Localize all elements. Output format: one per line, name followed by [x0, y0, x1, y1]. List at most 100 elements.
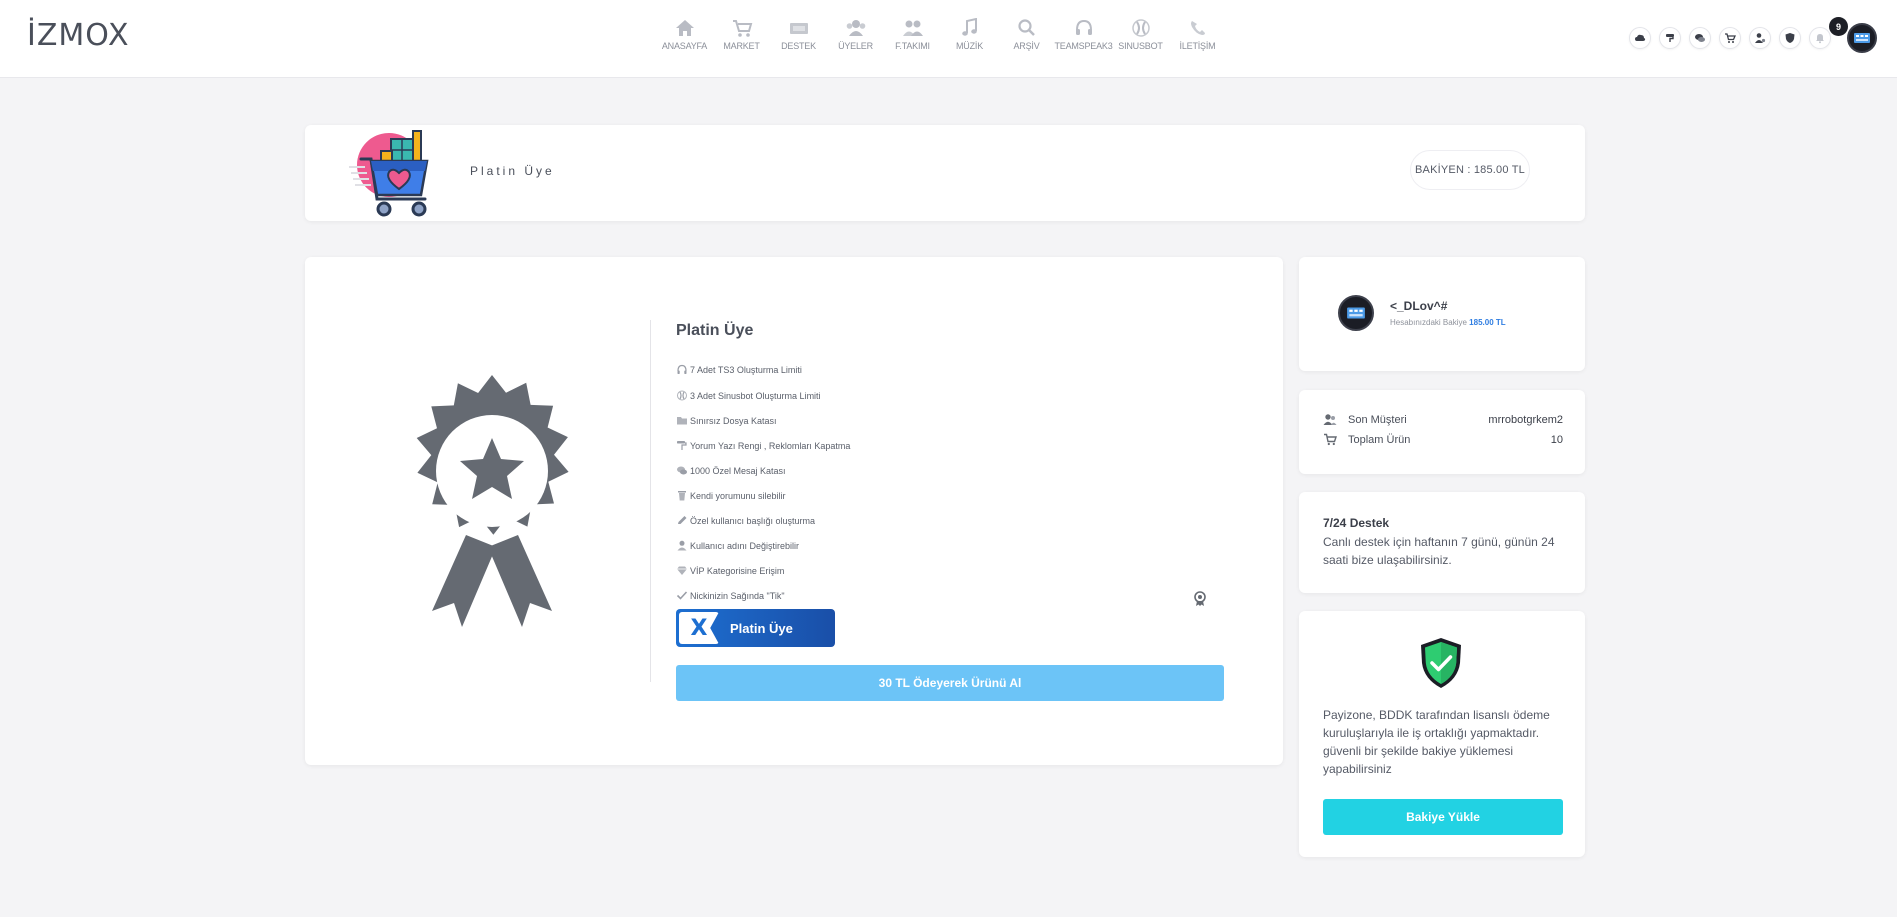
music-icon	[961, 18, 977, 36]
vertical-divider	[650, 320, 651, 682]
nav-item-teamspeak3[interactable]: TEAMSPEAK3	[1054, 18, 1113, 51]
diamond-icon	[677, 566, 687, 575]
profile-avatar[interactable]	[1847, 23, 1877, 53]
feature-item: Kendi yorumunu silebilir	[676, 490, 786, 501]
feature-text: Kullanıcı adını Değiştirebilir	[690, 540, 800, 551]
cloud-button[interactable]	[1629, 27, 1651, 49]
notification-badge: 9	[1829, 17, 1848, 36]
nav-item-market[interactable]: MARKET	[713, 18, 770, 51]
feature-text: Kendi yorumunu silebilir	[690, 490, 786, 501]
nav-label: F.TAKIMI	[895, 41, 930, 51]
platin-member-banner: X Platin Üye	[676, 609, 835, 647]
feature-text: Yorum Yazı Rengi , Reklomları Kapatma	[690, 440, 851, 451]
chat-icon	[677, 466, 687, 475]
shopping-cart-illustration	[349, 130, 429, 217]
payment-info-text: Payizone, BDDK tarafından lisanslı ödeme…	[1323, 708, 1550, 776]
last-customer-value: mrrobotgrkem2	[1488, 413, 1563, 426]
team-icon	[902, 20, 923, 36]
folder-icon	[677, 417, 687, 425]
balance-label: Hesabınızdaki Bakiye	[1390, 318, 1467, 327]
user-settings-button[interactable]	[1749, 27, 1771, 49]
user-avatar[interactable]	[1338, 295, 1374, 331]
nav-item-anasayfa[interactable]: ANASAYFA	[656, 18, 713, 51]
bot-icon	[677, 390, 687, 401]
store-stats-card: Son Müşteri mrrobotgrkem2 Toplam Ürün 10	[1299, 390, 1585, 474]
feature-item: Sınırsız Dosya Katası	[676, 415, 777, 426]
cart-icon	[1324, 433, 1337, 446]
nav-item-muzik[interactable]: MÜZİK	[941, 18, 998, 51]
feature-item: 3 Adet Sinusbot Oluşturma Limiti	[676, 390, 821, 401]
check-icon	[676, 591, 688, 600]
users-icon	[846, 20, 865, 36]
brush-icon	[1666, 34, 1674, 42]
shield-icon	[1785, 33, 1795, 43]
buy-product-button[interactable]: 30 TL Ödeyerek Ürünü Al	[676, 665, 1224, 701]
nav-label: İLETİŞİM	[1179, 41, 1216, 51]
page-title: Platin Üye	[470, 164, 555, 178]
feature-text: Nickinizin Sağında "Tik"	[690, 590, 785, 601]
last-customer-label: Son Müşteri	[1348, 413, 1407, 426]
chat-button[interactable]	[1689, 27, 1711, 49]
feature-item: Özel kullanıcı başlığı oluşturma	[676, 515, 815, 526]
site-logo[interactable]: İZMOX	[27, 18, 130, 53]
product-card: Platin Üye 7 Adet TS3 Oluşturma Limiti 3…	[305, 257, 1283, 765]
nav-label: TEAMSPEAK3	[1054, 41, 1113, 51]
phone-icon	[1190, 21, 1205, 35]
bell-button[interactable]	[1809, 27, 1831, 49]
feature-text: Sınırsız Dosya Katası	[690, 415, 777, 426]
banner-label: Platin Üye	[730, 620, 793, 636]
feature-text: 1000 Özel Mesaj Katası	[690, 465, 786, 476]
brush-icon	[677, 441, 687, 450]
feature-text: VİP Kategorisine Erişim	[690, 565, 785, 576]
total-products-label: Toplam Ürün	[1348, 433, 1411, 446]
topup-balance-button[interactable]: Bakiye Yükle	[1323, 799, 1563, 835]
avatar-logo-icon	[1854, 33, 1870, 43]
nav-item-uyeler[interactable]: ÜYELER	[827, 18, 884, 51]
avatar-logo-icon	[1347, 307, 1365, 319]
main-nav: ANASAYFA MARKET DESTEK ÜYELER F.TAKIMI M…	[656, 18, 1226, 51]
award-icon[interactable]	[1193, 591, 1207, 607]
feature-text: 7 Adet TS3 Oluşturma Limiti	[690, 364, 802, 375]
nav-item-destek[interactable]: DESTEK	[770, 18, 827, 51]
shield-check-icon	[1421, 638, 1461, 688]
headset-icon	[677, 364, 687, 374]
nav-label: DESTEK	[781, 41, 816, 51]
balance-value: 185.00 TL	[1469, 318, 1506, 327]
nav-item-iletisim[interactable]: İLETİŞİM	[1169, 18, 1226, 51]
balance-pill: BAKİYEN : 185.00 TL	[1410, 150, 1530, 190]
trash-icon	[678, 491, 686, 501]
feature-item: 7 Adet TS3 Oluşturma Limiti	[676, 364, 802, 375]
total-products-row: Toplam Ürün 10	[1323, 433, 1563, 446]
award-badge-icon	[416, 375, 569, 627]
bell-icon	[1816, 34, 1824, 44]
nav-item-ftakimi[interactable]: F.TAKIMI	[884, 18, 941, 51]
account-balance: Hesabınızdaki Bakiye 185.00 TL	[1390, 318, 1506, 327]
nav-item-sinusbot[interactable]: SINUSBOT	[1112, 18, 1169, 51]
cart-icon	[732, 20, 752, 37]
feature-item: Yorum Yazı Rengi , Reklomları Kapatma	[676, 440, 850, 451]
home-icon	[675, 20, 694, 36]
feature-text: 3 Adet Sinusbot Oluşturma Limiti	[690, 390, 821, 401]
nav-item-arsiv[interactable]: ARŞİV	[998, 18, 1055, 51]
feature-item: Nickinizin Sağında "Tik"	[676, 590, 785, 601]
user-icon	[677, 540, 687, 551]
support-title: 7/24 Destek	[1323, 516, 1390, 530]
cloud-icon	[1635, 34, 1646, 41]
nav-label: MÜZİK	[956, 41, 983, 51]
feature-item: 1000 Özel Mesaj Katası	[676, 465, 786, 476]
total-products-value: 10	[1550, 433, 1563, 446]
payment-card: Payizone, BDDK tarafından lisanslı ödeme…	[1299, 611, 1585, 857]
shield-button[interactable]	[1779, 27, 1801, 49]
brush-button[interactable]	[1659, 27, 1681, 49]
nav-label: ÜYELER	[838, 41, 873, 51]
chat-icon	[1695, 34, 1705, 42]
cart-button[interactable]	[1719, 27, 1741, 49]
user-settings-icon	[1755, 33, 1766, 43]
users-icon	[1323, 414, 1337, 425]
feature-text: Özel kullanıcı başlığı oluşturma	[690, 515, 816, 526]
feature-item: Kullanıcı adını Değiştirebilir	[676, 540, 799, 551]
last-customer-row: Son Müşteri mrrobotgrkem2	[1323, 413, 1563, 426]
feature-item: VİP Kategorisine Erişim	[676, 565, 784, 576]
bot-icon	[1131, 19, 1150, 37]
page-header-card: Platin Üye BAKİYEN : 185.00 TL	[305, 125, 1585, 221]
